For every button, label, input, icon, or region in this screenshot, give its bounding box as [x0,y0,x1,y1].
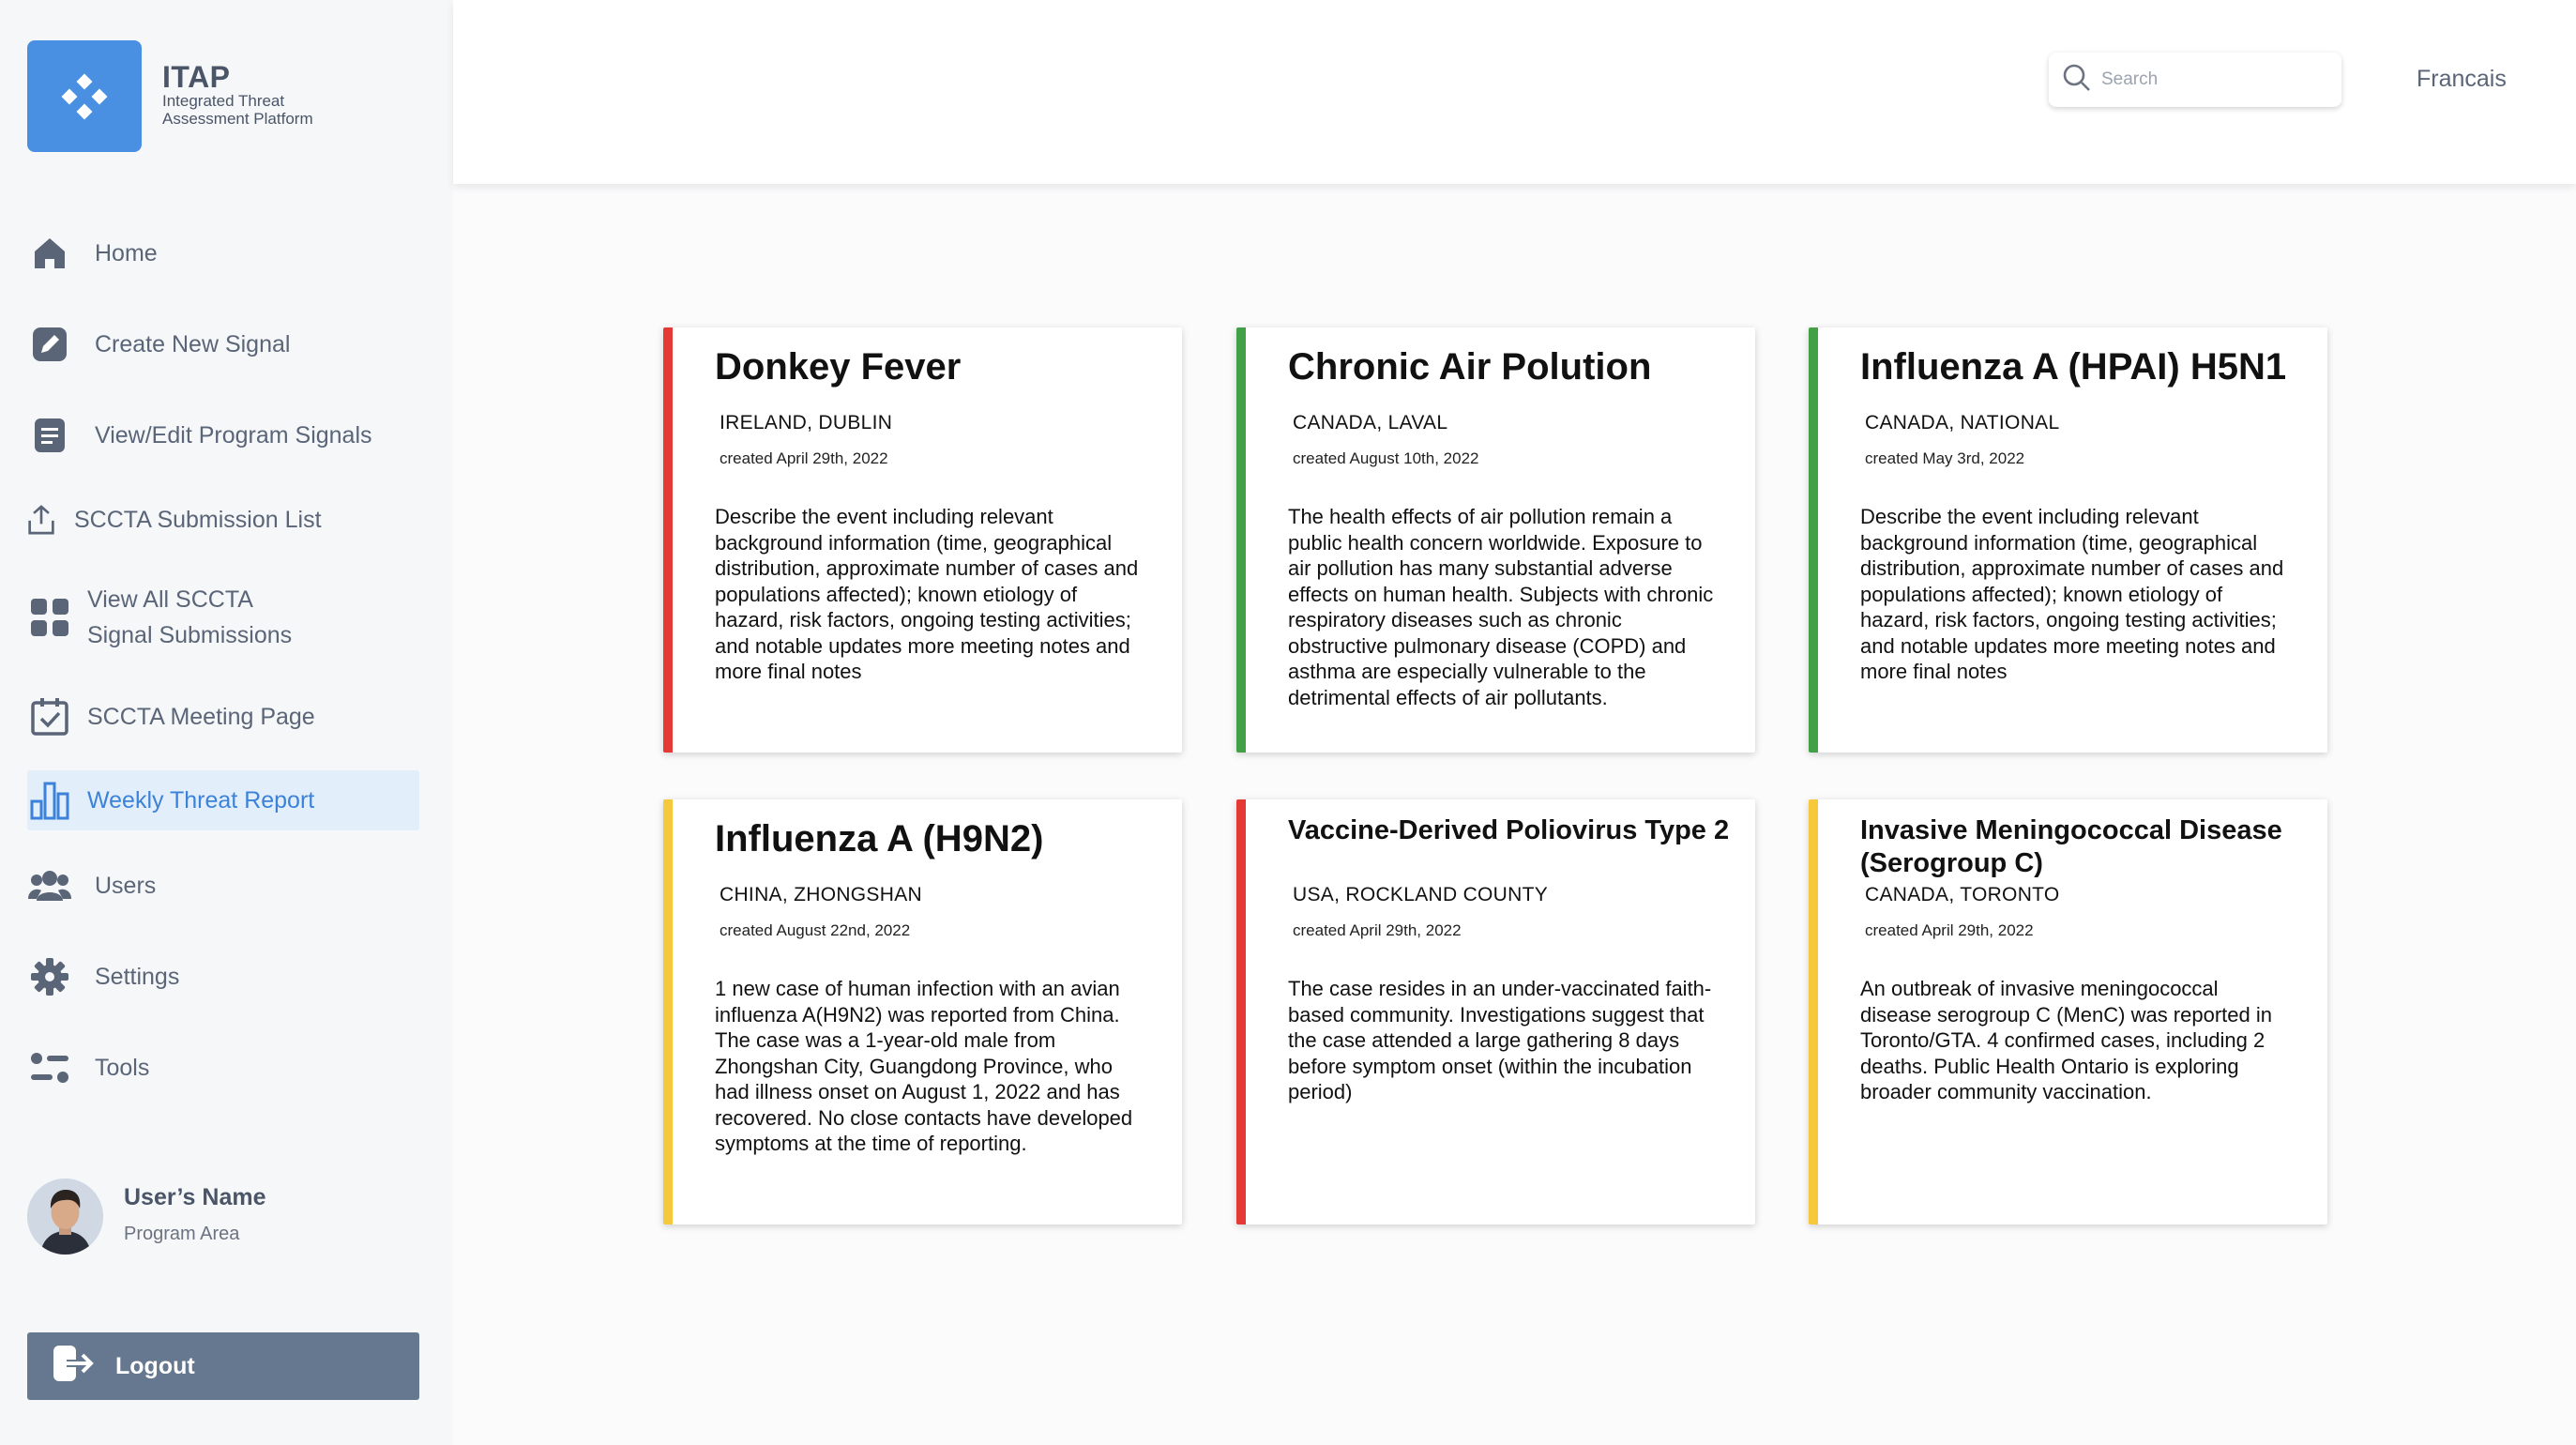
sidebar-item-view-all-sccta[interactable]: View All SCCTA Signal Submissions [27,582,419,653]
threat-card-description: An outbreak of invasive meningococcal di… [1860,977,2272,1103]
threat-card[interactable]: Donkey Fever IRELAND, DUBLIN created Apr… [663,327,1182,753]
threat-card[interactable]: Influenza A (HPAI) H5N1 CANADA, NATIONAL… [1809,327,2327,753]
sidebar-item-label: SCCTA Submission List [74,507,322,533]
logout-button[interactable]: Logout [27,1332,419,1400]
tools-icon [27,1045,72,1090]
sidebar-item-label: Weekly Threat Report [87,787,315,814]
threat-card-title: Influenza A (HPAI) H5N1 [1860,346,2287,388]
document-icon [27,413,72,458]
upload-icon [27,497,55,542]
users-icon [27,863,72,908]
threat-card-description: The health effects of air pollution rema… [1288,505,1714,709]
calendar-check-icon [27,694,72,739]
threat-card-description: The case resides in an under-vaccinated … [1288,977,1712,1103]
grid-icon [27,595,72,640]
gear-icon [27,954,72,999]
threat-card-created-date: created April 29th, 2022 [1293,921,1462,939]
sidebar-item-label: Tools [95,1055,150,1081]
threat-card-created-date: created August 10th, 2022 [1293,449,1479,467]
threat-card[interactable]: Invasive Meningococcal Disease (Serogrou… [1809,799,2327,1224]
sidebar-item-weekly-threat-report[interactable]: Weekly Threat Report [27,770,419,830]
sidebar-item-view-edit-program-signals[interactable]: View/Edit Program Signals [27,413,419,458]
app-subtitle: Integrated Threat Assessment Platform [162,92,313,128]
threat-card-created-date: created April 29th, 2022 [720,449,888,467]
sidebar-item-label: Settings [95,964,180,990]
sidebar-item-label-line2: Signal Submissions [87,622,293,648]
sidebar-item-label: Create New Signal [95,331,291,357]
user-name: User’s Name [124,1184,266,1210]
sidebar-item-sccta-meeting-page[interactable]: SCCTA Meeting Page [27,694,419,739]
threat-card-title: Donkey Fever [715,346,962,388]
threat-card-location: CANADA, LAVAL [1293,412,1448,434]
threat-card-title: Influenza A (H9N2) [715,818,1044,859]
threat-card[interactable]: Chronic Air Polution CANADA, LAVAL creat… [1236,327,1755,753]
threat-card-title: Invasive Meningococcal Disease (Serogrou… [1860,815,2282,878]
threat-card-location: USA, ROCKLAND COUNTY [1293,884,1549,905]
search-input[interactable] [2101,69,2317,90]
threat-card[interactable]: Influenza A (H9N2) CHINA, ZHONGSHAN crea… [663,799,1182,1224]
threat-card-created-date: created May 3rd, 2022 [1865,449,2025,467]
user-profile[interactable]: User’s Name Program Area [27,1179,421,1257]
sidebar-item-label: View/Edit Program Signals [95,422,372,449]
language-toggle-link[interactable]: Francais [2417,66,2507,93]
threat-card-location: IRELAND, DUBLIN [720,412,893,434]
threat-card-location: CANADA, TORONTO [1865,884,2060,905]
top-bar: Francais [453,0,2576,184]
threat-card-description: 1 new case of human infection with an av… [715,977,1133,1155]
bar-chart-icon [27,778,72,823]
sidebar-item-create-new-signal[interactable]: Create New Signal [27,322,419,367]
threat-card-description: Describe the event including relevant ba… [715,505,1139,683]
logout-icon [52,1344,97,1390]
sidebar-item-label: Users [95,873,157,899]
search-icon [2062,63,2092,98]
threat-card-title: Chronic Air Polution [1288,346,1652,388]
sidebar-item-label: SCCTA Meeting Page [87,704,315,730]
sidebar-item-users[interactable]: Users [27,863,419,908]
threat-card-title: Vaccine-Derived Poliovirus Type 2 [1288,815,1730,845]
threat-card-location: CHINA, ZHONGSHAN [720,884,922,905]
sidebar-item-settings[interactable]: Settings [27,954,419,999]
sidebar-item-label: Home [95,240,158,266]
app-logo[interactable] [27,40,142,152]
home-icon [27,231,72,276]
threat-card-created-date: created August 22nd, 2022 [720,921,911,939]
search-box[interactable] [2049,53,2341,107]
user-program-area: Program Area [124,1224,240,1244]
threat-card-location: CANADA, NATIONAL [1865,412,2060,434]
threat-card-created-date: created April 29th, 2022 [1865,921,2034,939]
sidebar: ITAP Integrated Threat Assessment Platfo… [0,0,453,1445]
sidebar-item-sccta-submission-list[interactable]: SCCTA Submission List [27,497,419,542]
pencil-square-icon [27,322,72,367]
sidebar-item-label-line1: View All SCCTA [87,586,253,613]
logout-label: Logout [115,1352,195,1379]
logo-diamond-icon [61,73,108,119]
app-name: ITAP [162,60,231,94]
sidebar-item-home[interactable]: Home [27,231,419,276]
threat-card-description: Describe the event including relevant ba… [1860,505,2284,683]
threat-card[interactable]: Vaccine-Derived Poliovirus Type 2 USA, R… [1236,799,1755,1224]
sidebar-item-tools[interactable]: Tools [27,1045,419,1090]
avatar [27,1179,103,1255]
